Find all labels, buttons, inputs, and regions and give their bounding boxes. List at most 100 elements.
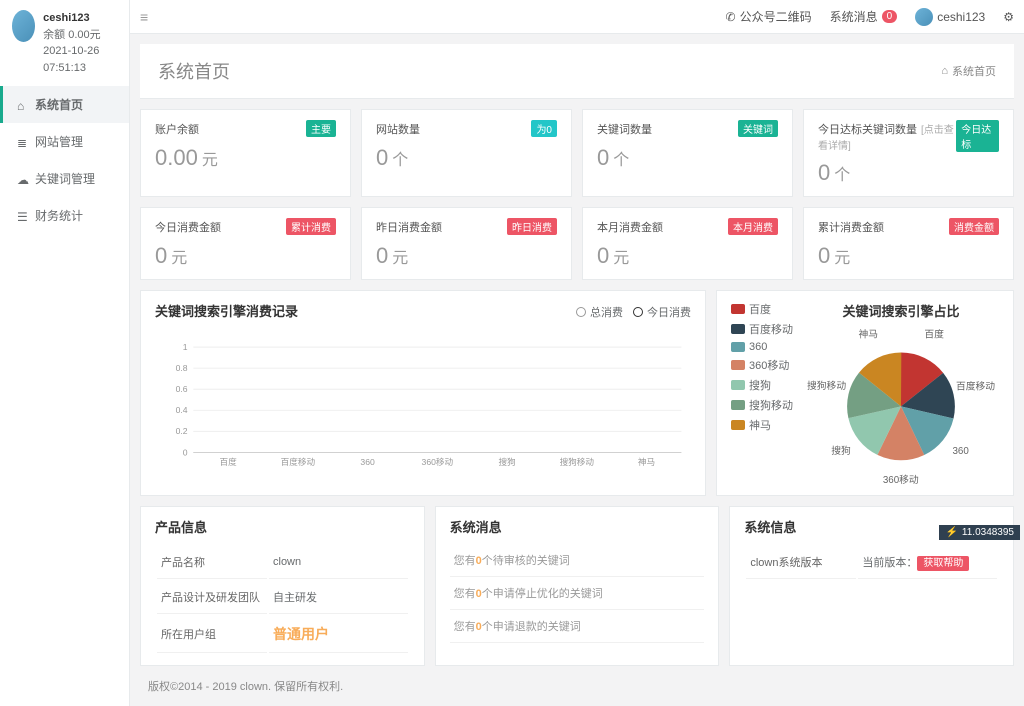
avatar-small xyxy=(915,8,933,26)
svg-text:360: 360 xyxy=(952,446,969,457)
stat-tag: 消费金额 xyxy=(949,218,999,235)
nav-item-finance[interactable]: ☰ 财务统计 xyxy=(0,197,129,234)
legend-item[interactable]: 神马 xyxy=(731,417,793,433)
chart-title: 关键词搜索引擎消费记录 xyxy=(155,301,298,320)
stat-card: 今日消费金额 累计消费 0元 xyxy=(140,207,351,280)
nav-label: 财务统计 xyxy=(35,207,83,224)
consumption-chart-panel: 关键词搜索引擎消费记录 总消费 今日消费 00.20.40.60.81 百度百度… xyxy=(140,290,706,496)
stat-cards-row-2: 今日消费金额累计消费0元昨日消费金额昨日消费0元本月消费金额本月消费0元累计消费… xyxy=(130,207,1024,280)
product-info-panel: 产品信息 产品名称clown产品设计及研发团队自主研发所在用户组普通用户 xyxy=(140,506,425,666)
stat-label: 今日消费金额 xyxy=(155,219,221,235)
stat-value: 0元 xyxy=(376,243,557,269)
msg-line[interactable]: 您有0个申请停止优化的关键词 xyxy=(450,577,705,610)
stat-value: 0个 xyxy=(376,145,557,171)
chart-legend: 总消费 今日消费 xyxy=(576,304,691,320)
nav-item-home[interactable]: ⌂ 系统首页 xyxy=(0,86,129,123)
svg-text:0.2: 0.2 xyxy=(176,426,188,436)
user-balance: 余额 0.00元 xyxy=(43,27,117,44)
help-button[interactable]: 获取帮助 xyxy=(917,556,969,571)
hamburger-icon[interactable]: ≡ xyxy=(140,9,148,25)
msg-link[interactable]: 系统消息 0 xyxy=(830,8,898,25)
stat-value: 0元 xyxy=(597,243,778,269)
stat-card: 累计消费金额 消费金额 0元 xyxy=(803,207,1014,280)
stat-hint[interactable]: [点击查看详情] xyxy=(818,125,954,152)
nav-item-site[interactable]: ≣ 网站管理 xyxy=(0,123,129,160)
stat-tag: 今日达标 xyxy=(956,120,999,152)
msg-line[interactable]: 您有0个待审核的关键词 xyxy=(450,544,705,577)
sysinfo-key: clown系统版本 xyxy=(746,546,856,579)
stat-tag: 为0 xyxy=(531,120,557,137)
svg-text:1: 1 xyxy=(183,342,188,352)
perf-badge[interactable]: ⚡ 11.0348395 xyxy=(939,525,1020,540)
svg-text:360移动: 360移动 xyxy=(883,473,919,485)
avatar xyxy=(12,10,35,42)
user-name: ceshi123 xyxy=(43,10,117,27)
stat-tag: 昨日消费 xyxy=(507,218,557,235)
pie-chart: 百度百度移动360360移动搜狗搜狗移动神马 xyxy=(803,328,999,485)
nav-label: 关键词管理 xyxy=(35,170,95,187)
pie-title: 关键词搜索引擎占比 xyxy=(803,301,999,320)
stat-tag: 主要 xyxy=(306,120,336,137)
nav-label: 系统首页 xyxy=(35,96,83,113)
topbar: ≡ ✆ 公众号二维码 系统消息 0 ceshi123 ⚙ xyxy=(130,0,1024,34)
stat-tag: 关键词 xyxy=(738,120,778,137)
svg-text:神马: 神马 xyxy=(638,456,655,467)
stat-card: 账户余额主要0.00元 xyxy=(140,109,351,197)
svg-text:搜狗: 搜狗 xyxy=(498,456,515,467)
svg-text:0.6: 0.6 xyxy=(176,384,188,394)
breadcrumb[interactable]: ⌂ 系统首页 xyxy=(941,63,996,79)
svg-text:360移动: 360移动 xyxy=(422,456,454,467)
stat-label: 今日达标关键词数量[点击查看详情] xyxy=(818,121,956,152)
wechat-icon: ✆ xyxy=(726,10,736,24)
legend-item[interactable]: 搜狗移动 xyxy=(731,397,793,413)
settings-icon[interactable]: ⚙ xyxy=(1003,10,1014,24)
svg-text:0.8: 0.8 xyxy=(176,363,188,373)
user-info: ceshi123 余额 0.00元 2021-10-26 07:51:13 xyxy=(0,0,129,86)
stat-card: 昨日消费金额 昨日消费 0元 xyxy=(361,207,572,280)
user-timestamp: 2021-10-26 07:51:13 xyxy=(43,43,117,76)
stat-card: 今日达标关键词数量[点击查看详情]今日达标0个 xyxy=(803,109,1014,197)
svg-text:神马: 神马 xyxy=(858,328,878,340)
legend-item[interactable]: 360 xyxy=(731,341,793,353)
sidebar: ceshi123 余额 0.00元 2021-10-26 07:51:13 ⌂ … xyxy=(0,0,130,706)
footer: 版权©2014 - 2019 clown. 保留所有权利. xyxy=(130,666,1024,706)
user-menu[interactable]: ceshi123 xyxy=(915,8,985,26)
nav-item-keyword[interactable]: ☁ 关键词管理 xyxy=(0,160,129,197)
stat-label: 账户余额 xyxy=(155,121,199,137)
svg-text:搜狗移动: 搜狗移动 xyxy=(560,456,595,467)
stat-label: 累计消费金额 xyxy=(818,219,884,235)
legend-item[interactable]: 百度移动 xyxy=(731,321,793,337)
svg-text:0: 0 xyxy=(183,447,188,457)
sysinfo-val: 当前版本：获取帮助 xyxy=(858,546,997,579)
list-icon: ☰ xyxy=(17,210,29,222)
pie-chart-panel: 百度百度移动360360移动搜狗搜狗移动神马 关键词搜索引擎占比 百度百度移动3… xyxy=(716,290,1014,496)
page-title: 系统首页 xyxy=(158,58,230,84)
qr-link[interactable]: ✆ 公众号二维码 xyxy=(726,8,812,25)
home-icon: ⌂ xyxy=(17,99,29,111)
sysmsg-panel: 系统消息 您有0个待审核的关键词您有0个申请停止优化的关键词您有0个申请退款的关… xyxy=(435,506,720,666)
msg-line[interactable]: 您有0个申请退款的关键词 xyxy=(450,610,705,643)
svg-text:百度: 百度 xyxy=(924,328,944,341)
nav-label: 网站管理 xyxy=(35,133,83,150)
bar-chart: 00.20.40.60.81 百度百度移动360360移动搜狗搜狗移动神马 xyxy=(155,328,691,472)
cloud-icon: ☁ xyxy=(17,173,29,185)
table-row: 所在用户组普通用户 xyxy=(157,616,408,653)
stat-label: 本月消费金额 xyxy=(597,219,663,235)
svg-text:百度移动: 百度移动 xyxy=(281,456,316,467)
product-table: 产品名称clown产品设计及研发团队自主研发所在用户组普通用户 xyxy=(155,544,410,655)
legend-item[interactable]: 搜狗 xyxy=(731,377,793,393)
stat-tag: 累计消费 xyxy=(286,218,336,235)
msg-badge: 0 xyxy=(882,10,898,23)
table-row: 产品名称clown xyxy=(157,546,408,579)
stat-label: 网站数量 xyxy=(376,121,420,137)
stat-card: 网站数量 为0 0个 xyxy=(361,109,572,197)
page-header: 系统首页 ⌂ 系统首页 xyxy=(140,44,1014,99)
svg-text:搜狗: 搜狗 xyxy=(831,444,851,457)
legend-item[interactable]: 百度 xyxy=(731,301,793,317)
svg-text:0.4: 0.4 xyxy=(176,405,188,415)
stat-value: 0元 xyxy=(818,243,999,269)
stat-value: 0元 xyxy=(155,243,336,269)
bolt-icon: ⚡ xyxy=(945,527,957,538)
stat-label: 昨日消费金额 xyxy=(376,219,442,235)
legend-item[interactable]: 360移动 xyxy=(731,357,793,373)
